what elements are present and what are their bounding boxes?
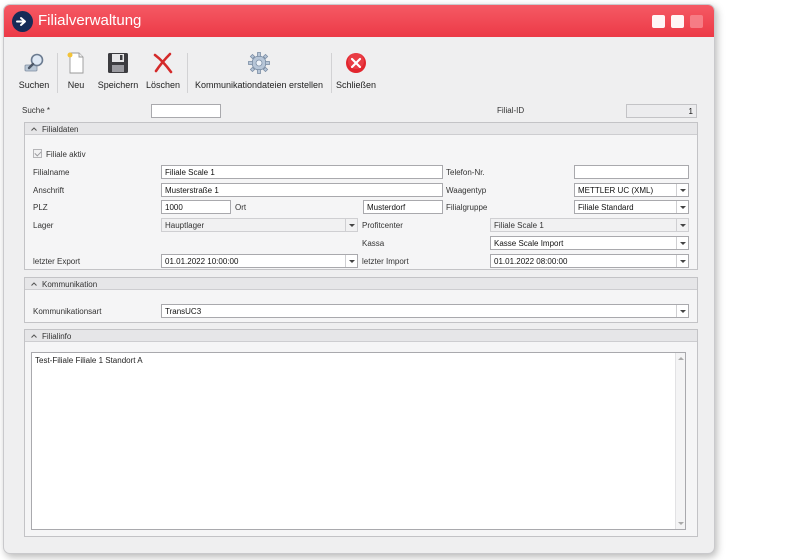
lager-dropdown[interactable]: Hauptlager (161, 218, 358, 232)
filialverwaltung-window: Filialverwaltung Suchen Neu Speichern Lö… (3, 4, 715, 554)
floppy-disk-icon (106, 51, 130, 75)
plz-input[interactable]: 1000 (161, 200, 231, 214)
gear-icon (247, 51, 271, 75)
collapse-chevron-icon (31, 334, 37, 338)
filialname-input[interactable]: Filiale Scale 1 (161, 165, 443, 179)
new-document-icon (64, 51, 88, 75)
waagentyp-label: Waagentyp (446, 186, 487, 195)
collapse-chevron-icon (31, 127, 37, 131)
filialinfo-group: Filialinfo Test-Filiale Filiale 1 Stando… (24, 329, 698, 537)
chevron-down-icon[interactable] (345, 255, 357, 267)
kassa-dropdown[interactable]: Kasse Scale Import (490, 236, 689, 250)
profitcenter-dropdown[interactable]: Filiale Scale 1 (490, 218, 689, 232)
ort-input[interactable]: Musterdorf (363, 200, 443, 214)
toolbar-separator (331, 53, 332, 93)
minimize-button[interactable] (652, 15, 665, 28)
letzter-import-datetime[interactable]: 01.01.2022 08:00:00 (490, 254, 689, 268)
filialinfo-textarea[interactable]: Test-Filiale Filiale 1 Standort A (31, 352, 686, 530)
toolbar-separator (187, 53, 188, 93)
search-button[interactable]: Suchen (16, 49, 52, 97)
letzter-export-datetime[interactable]: 01.01.2022 10:00:00 (161, 254, 358, 268)
waagentyp-dropdown[interactable]: METTLER UC (XML) (574, 183, 689, 197)
filialinfo-header[interactable]: Filialinfo (25, 330, 697, 342)
search-label: Suche * (22, 106, 51, 115)
chevron-down-icon[interactable] (676, 237, 688, 249)
search-input[interactable] (151, 104, 221, 118)
anschrift-input[interactable]: Musterstraße 1 (161, 183, 443, 197)
filialinfo-text: Test-Filiale Filiale 1 Standort A (35, 356, 143, 365)
create-communication-files-button[interactable]: Kommunikationdateien erstellen (192, 49, 326, 97)
scroll-up-icon[interactable] (678, 357, 684, 360)
chevron-down-icon[interactable] (676, 219, 688, 231)
save-button[interactable]: Speichern (97, 49, 139, 97)
kommunikationsart-label: Kommunikationsart (33, 307, 102, 316)
toolbar: Suchen Neu Speichern Löschen Kommunikati… (4, 49, 714, 99)
toolbar-separator (57, 53, 58, 93)
close-window-button[interactable] (690, 15, 703, 28)
anschrift-label: Anschrift (33, 186, 65, 195)
filialgruppe-label: Filialgruppe (446, 203, 488, 212)
filiale-aktiv-label: Filiale aktiv (46, 150, 86, 159)
chevron-down-icon[interactable] (345, 219, 357, 231)
kommunikationsart-dropdown[interactable]: TransUC3 (161, 304, 689, 318)
letzter-export-label: letzter Export (33, 257, 81, 266)
chevron-down-icon[interactable] (676, 201, 688, 213)
close-button[interactable]: Schließen (336, 49, 376, 97)
collapse-chevron-icon (31, 282, 37, 286)
scroll-down-icon[interactable] (678, 522, 684, 525)
app-logo-icon (12, 11, 33, 32)
filialdaten-group: Filialdaten Filiale aktiv Filialname Fil… (24, 122, 698, 270)
close-circle-icon (344, 51, 368, 75)
letzter-import-label: letzter Import (362, 257, 409, 266)
delete-x-icon (151, 51, 175, 75)
filialdaten-header[interactable]: Filialdaten (25, 123, 697, 135)
chevron-down-icon[interactable] (676, 255, 688, 267)
title-bar: Filialverwaltung (4, 5, 714, 37)
lager-label: Lager (33, 221, 54, 230)
plz-label: PLZ (33, 203, 48, 212)
window-title: Filialverwaltung (38, 12, 142, 29)
telefon-input[interactable] (574, 165, 689, 179)
profitcenter-label: Profitcenter (362, 221, 403, 230)
filial-id-label: Filial-ID (497, 106, 525, 115)
kommunikation-group: Kommunikation Kommunikationsart TransUC3 (24, 277, 698, 323)
vertical-scrollbar[interactable] (675, 353, 685, 529)
filialname-label: Filialname (33, 168, 70, 177)
delete-button[interactable]: Löschen (144, 49, 182, 97)
filial-id-field: 1 (626, 104, 697, 118)
filiale-aktiv-checkbox[interactable] (33, 149, 42, 158)
chevron-down-icon[interactable] (676, 305, 688, 317)
maximize-button[interactable] (671, 15, 684, 28)
kassa-label: Kassa (362, 239, 385, 248)
ort-label: Ort (235, 203, 247, 212)
chevron-down-icon[interactable] (676, 184, 688, 196)
telefon-label: Telefon-Nr. (446, 168, 485, 177)
magnifier-icon (22, 51, 46, 75)
filialgruppe-dropdown[interactable]: Filiale Standard (574, 200, 689, 214)
new-button[interactable]: Neu (62, 49, 90, 97)
kommunikation-header[interactable]: Kommunikation (25, 278, 697, 290)
